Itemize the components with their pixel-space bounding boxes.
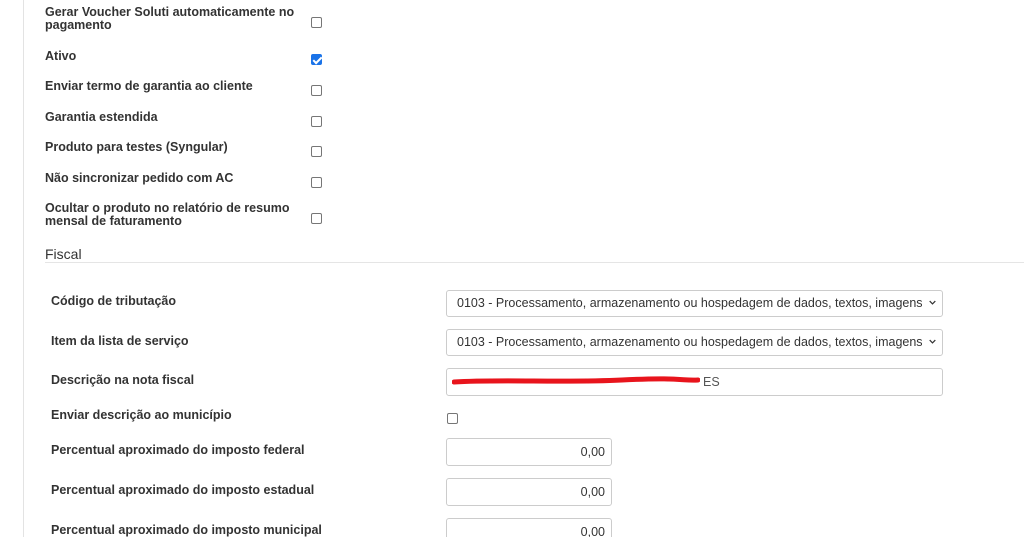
- input-imposto-municipal[interactable]: 0,00: [446, 518, 612, 537]
- option-row-produto-testes: Produto para testes (Syngular): [45, 141, 325, 154]
- checkbox-enviar-descricao[interactable]: [447, 413, 458, 424]
- select-codigo-tributacao-value: 0103 - Processamento, armazenamento ou h…: [457, 296, 922, 310]
- checkbox-termo-garantia[interactable]: [311, 85, 322, 96]
- option-row-ativo: Ativo: [45, 50, 325, 63]
- option-label-ocultar-produto: Ocultar o produto no relatório de resumo…: [45, 201, 290, 228]
- redaction-mark: [452, 376, 700, 385]
- checkbox-gerar-voucher[interactable]: [311, 17, 322, 28]
- label-descricao-nota: Descrição na nota fiscal: [51, 373, 195, 387]
- option-row-nao-sincronizar: Não sincronizar pedido com AC: [45, 172, 325, 185]
- content-left-border: [23, 0, 24, 537]
- label-item-lista-servico: Item da lista de serviço: [51, 334, 189, 348]
- checkbox-produto-testes[interactable]: [311, 146, 322, 157]
- label-imposto-estadual: Percentual aproximado do imposto estadua…: [51, 483, 315, 497]
- option-label-termo-garantia: Enviar termo de garantia ao cliente: [45, 79, 253, 93]
- select-codigo-tributacao[interactable]: 0103 - Processamento, armazenamento ou h…: [446, 290, 943, 317]
- chevron-down-icon: [929, 300, 936, 305]
- option-row-gerar-voucher: Gerar Voucher Soluti automaticamente no …: [45, 6, 325, 32]
- option-row-ocultar-produto: Ocultar o produto no relatório de resumo…: [45, 202, 325, 228]
- select-item-lista-servico-value: 0103 - Processamento, armazenamento ou h…: [457, 335, 922, 349]
- option-label-produto-testes: Produto para testes (Syngular): [45, 140, 228, 154]
- checkbox-ativo[interactable]: [311, 54, 322, 65]
- fiscal-section-divider: [45, 262, 1024, 263]
- product-settings-page: Gerar Voucher Soluti automaticamente no …: [0, 0, 1024, 537]
- chevron-down-icon: [929, 339, 936, 344]
- option-label-nao-sincronizar: Não sincronizar pedido com AC: [45, 171, 234, 185]
- checkbox-nao-sincronizar[interactable]: [311, 177, 322, 188]
- label-codigo-tributacao: Código de tributação: [51, 294, 176, 308]
- label-imposto-municipal: Percentual aproximado do imposto municip…: [51, 523, 322, 537]
- option-row-termo-garantia: Enviar termo de garantia ao cliente: [45, 80, 325, 93]
- option-label-gerar-voucher: Gerar Voucher Soluti automaticamente no …: [45, 5, 295, 32]
- select-item-lista-servico[interactable]: 0103 - Processamento, armazenamento ou h…: [446, 329, 943, 356]
- label-enviar-descricao: Enviar descrição ao município: [51, 408, 232, 422]
- checkbox-ocultar-produto[interactable]: [311, 213, 322, 224]
- fiscal-section-title: Fiscal: [45, 246, 82, 262]
- input-imposto-federal[interactable]: 0,00: [446, 438, 612, 466]
- option-label-ativo: Ativo: [45, 49, 77, 63]
- option-label-garantia-estendida: Garantia estendida: [45, 110, 158, 124]
- label-imposto-federal: Percentual aproximado do imposto federal: [51, 443, 305, 457]
- input-imposto-estadual[interactable]: 0,00: [446, 478, 612, 506]
- option-row-garantia-estendida: Garantia estendida: [45, 111, 325, 124]
- checkbox-garantia-estendida[interactable]: [311, 116, 322, 127]
